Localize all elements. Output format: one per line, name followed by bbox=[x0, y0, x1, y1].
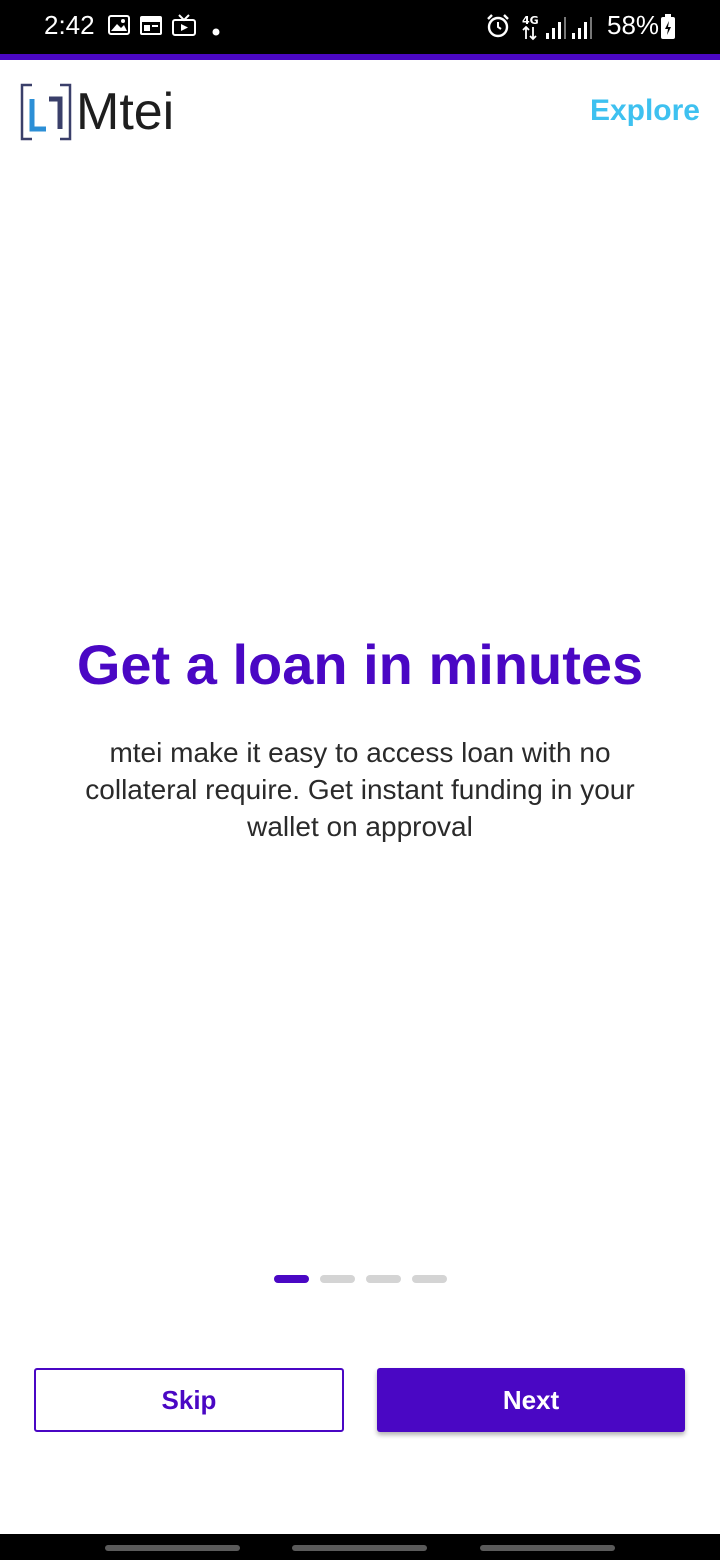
onboarding-title: Get a loan in minutes bbox=[76, 633, 644, 696]
app-logo: Mtei bbox=[20, 82, 174, 142]
nav-back-handle[interactable] bbox=[105, 1545, 240, 1551]
page-indicator bbox=[274, 1275, 447, 1283]
page-dot-4[interactable] bbox=[412, 1275, 447, 1283]
next-button[interactable]: Next bbox=[377, 1368, 685, 1432]
svg-text:4G: 4G bbox=[522, 14, 539, 27]
status-bar: 2:42 4G 58% bbox=[0, 0, 720, 54]
alarm-icon bbox=[486, 14, 510, 43]
accent-line bbox=[0, 54, 720, 60]
tv-icon bbox=[172, 14, 196, 43]
network-4g-icon: 4G bbox=[520, 13, 540, 46]
nav-recents-handle[interactable] bbox=[480, 1545, 615, 1551]
explore-link[interactable]: Explore bbox=[590, 94, 700, 128]
status-time: 2:42 bbox=[44, 10, 95, 40]
page-dot-1[interactable] bbox=[274, 1275, 309, 1283]
battery-icon bbox=[660, 14, 676, 45]
image-icon bbox=[108, 14, 130, 41]
signal-icon bbox=[571, 16, 593, 45]
skip-button[interactable]: Skip bbox=[34, 1368, 344, 1432]
page-dot-2[interactable] bbox=[320, 1275, 355, 1283]
signal-icon bbox=[545, 16, 567, 45]
dot-icon bbox=[212, 23, 220, 41]
nav-home-handle[interactable] bbox=[292, 1545, 427, 1551]
logo-text: Mtei bbox=[76, 83, 175, 141]
calendar-icon bbox=[140, 14, 162, 41]
battery-percent: 58% bbox=[607, 10, 660, 40]
onboarding-description: mtei make it easy to access loan with no… bbox=[85, 737, 635, 842]
page-dot-3[interactable] bbox=[366, 1275, 401, 1283]
system-nav-bar bbox=[0, 1534, 720, 1560]
logo-mark-icon bbox=[20, 83, 72, 141]
